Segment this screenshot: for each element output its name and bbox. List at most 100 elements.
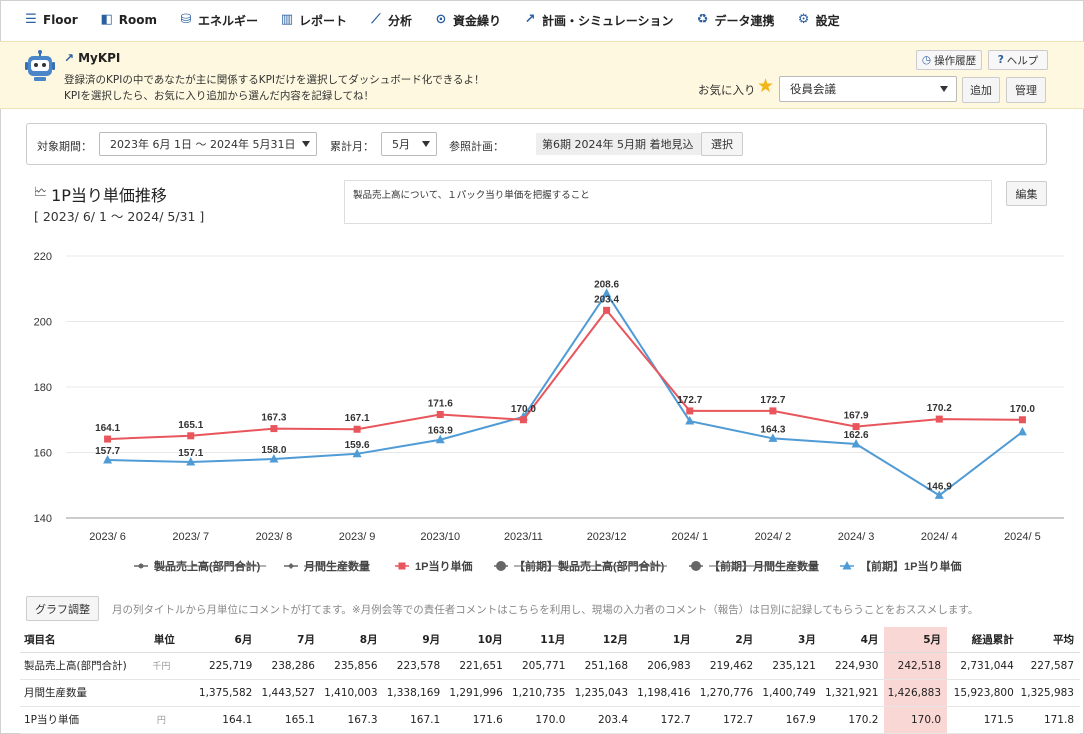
- col-header-average: 平均: [1019, 627, 1080, 653]
- nav-item-cashflow[interactable]: ⊙ 資金繰り: [434, 12, 501, 29]
- col-header-unit: 単位: [141, 627, 188, 653]
- nav-label: 設定: [815, 13, 840, 28]
- table-cell: 251,168: [571, 652, 635, 680]
- col-header-month[interactable]: 11月: [508, 627, 572, 653]
- legend-marker: [138, 563, 144, 569]
- table-cell: 2,731,044: [947, 652, 1020, 680]
- table-cell: 167.1: [383, 706, 447, 734]
- legend-item[interactable]: 【前期】1P当り単価: [840, 559, 961, 573]
- nav-item-settings[interactable]: ⚙ 設定: [797, 12, 840, 29]
- robot-mascot-icon: [25, 50, 55, 81]
- table-row[interactable]: 1P当り単価円 164.1 165.1 167.3 167.1 171.6 170.0 203…: [20, 706, 1080, 734]
- nav-label: Room: [118, 13, 157, 27]
- cumulative-month-label: 累計月：: [330, 140, 374, 153]
- mykpi-title-label: MyKPI: [78, 51, 121, 65]
- legend-item[interactable]: 月間生産数量: [284, 559, 370, 573]
- nav-item-data-link[interactable]: ♻ データ連携: [696, 12, 775, 29]
- table-cell: 1,235,043: [571, 679, 635, 707]
- col-header-month[interactable]: 2月: [696, 627, 760, 653]
- period-label: 対象期間：: [37, 140, 92, 153]
- favorite-select[interactable]: 役員会議: [779, 76, 957, 102]
- chart-comment-box[interactable]: 製品売上高について、１パック当り単価を把握すること: [344, 180, 992, 224]
- table-row[interactable]: 製品売上高(部門合計) 千円 225,719 238,286 235,856 223,57…: [20, 652, 1080, 680]
- col-header-month[interactable]: 7月: [258, 627, 321, 653]
- data-label: 165.1: [178, 420, 203, 431]
- plan-select-button[interactable]: 選択: [701, 132, 743, 156]
- period-value: 2023年 6月 1日 ～ 2024年 5月31日: [110, 138, 296, 151]
- data-point: [686, 407, 694, 415]
- period-select[interactable]: 2023年 6月 1日 ～ 2024年 5月31日: [99, 132, 317, 156]
- table-cell: 223,578: [383, 652, 447, 680]
- table-cell: 1,443,527: [258, 679, 321, 707]
- lines-icon: ☰: [25, 12, 37, 27]
- help-button[interactable]: ? ヘルプ: [988, 50, 1048, 70]
- data-label: 170.0: [1010, 404, 1035, 415]
- edit-comment-button[interactable]: 編集: [1006, 181, 1047, 206]
- table-cell: 219,462: [696, 652, 760, 680]
- table-row[interactable]: 月間生産数量 1,375,582 1,443,527 1,410,003 1,338,1…: [20, 679, 1080, 707]
- data-point: [436, 411, 444, 419]
- nav-label: レポート: [298, 13, 347, 28]
- data-label: 170.0: [511, 404, 536, 415]
- row-name[interactable]: 月間生産数量: [20, 679, 142, 707]
- col-header-month[interactable]: 8月: [320, 627, 384, 653]
- col-header-month[interactable]: 6月: [187, 627, 259, 653]
- table-cell: 221,651: [446, 652, 509, 680]
- legend-item[interactable]: 製品売上高(部門合計): [134, 559, 267, 573]
- nav-item-floor[interactable]: ☰ Floor: [24, 12, 78, 28]
- col-header-month[interactable]: 1月: [634, 627, 697, 653]
- data-point: [603, 306, 611, 314]
- data-label: 164.1: [95, 423, 120, 434]
- row-name[interactable]: 1P当り単価: [20, 706, 142, 734]
- row-name[interactable]: 製品売上高(部門合計): [20, 652, 142, 680]
- col-header-month[interactable]: 10月: [446, 627, 509, 653]
- table-cell: 1,426,883: [884, 679, 948, 707]
- table-body: 製品売上高(部門合計) 千円 225,719 238,286 235,856 223,57…: [20, 652, 1080, 734]
- nav-item-room[interactable]: ◧ Room: [100, 12, 157, 28]
- data-label: 167.3: [261, 413, 286, 424]
- table-cell: 1,410,003: [320, 679, 384, 707]
- x-tick-label: 2023/12: [587, 531, 627, 543]
- recycle-icon: ♻: [696, 12, 709, 27]
- nav-label: エネルギー: [197, 13, 258, 28]
- banner-message-line1: 登録済のKPIの中であなたが主に関係するKPIだけを選択してダッシュボード化でき…: [64, 74, 485, 86]
- legend-item[interactable]: 1P当り単価: [395, 559, 472, 573]
- col-header-month[interactable]: 5月: [884, 627, 948, 653]
- room-icon: ◧: [100, 12, 113, 27]
- plan-icon: ↗: [524, 12, 536, 27]
- add-favorite-button[interactable]: 追加: [962, 77, 1000, 103]
- caret-down-icon: [940, 86, 948, 92]
- nav-item-plan[interactable]: ↗ 計画・シミュレーション: [523, 12, 674, 29]
- legend-item[interactable]: 【前期】製品売上高(部門合計): [494, 559, 667, 573]
- table-cell: 167.9: [759, 706, 822, 734]
- table-cell: 165.1: [258, 706, 321, 734]
- manage-favorite-button[interactable]: 管理: [1006, 77, 1046, 103]
- nav-item-energy[interactable]: ⛁ エネルギー: [179, 12, 258, 29]
- data-label: 164.3: [760, 424, 785, 435]
- table-cell: 1,321,921: [821, 679, 885, 707]
- y-tick-label: 180: [34, 382, 52, 394]
- graph-adjust-button[interactable]: グラフ調整: [26, 596, 99, 621]
- table-cell: 167.3: [320, 706, 384, 734]
- data-point: [187, 432, 195, 440]
- legend-marker: [398, 562, 406, 570]
- col-header-month[interactable]: 3月: [759, 627, 822, 653]
- operation-history-button[interactable]: ◷ 操作履歴: [916, 50, 982, 70]
- col-header-month[interactable]: 12月: [571, 627, 635, 653]
- table-cell: 172.7: [634, 706, 697, 734]
- nav-item-report[interactable]: ▥ レポート: [280, 12, 347, 29]
- cumulative-month-select[interactable]: 5月: [381, 132, 437, 156]
- col-header-month[interactable]: 9月: [383, 627, 447, 653]
- table-cell: 206,983: [634, 652, 697, 680]
- legend-item[interactable]: 【前期】月間生産数量: [689, 559, 819, 573]
- data-label: 172.7: [760, 395, 785, 406]
- data-label: 162.6: [844, 430, 869, 441]
- nav-item-analysis[interactable]: ⟋ 分析: [369, 12, 412, 29]
- help-label: ヘルプ: [1006, 54, 1039, 67]
- banner-message-line2: KPIを選択したら、お気に入り追加から選んだ内容を記録してね！: [64, 90, 374, 102]
- question-icon: ?: [997, 54, 1004, 66]
- col-header-month[interactable]: 4月: [821, 627, 885, 653]
- favorite-select-value: 役員会議: [790, 82, 836, 96]
- table-cell: 203.4: [571, 706, 635, 734]
- data-label: 167.1: [345, 413, 370, 424]
